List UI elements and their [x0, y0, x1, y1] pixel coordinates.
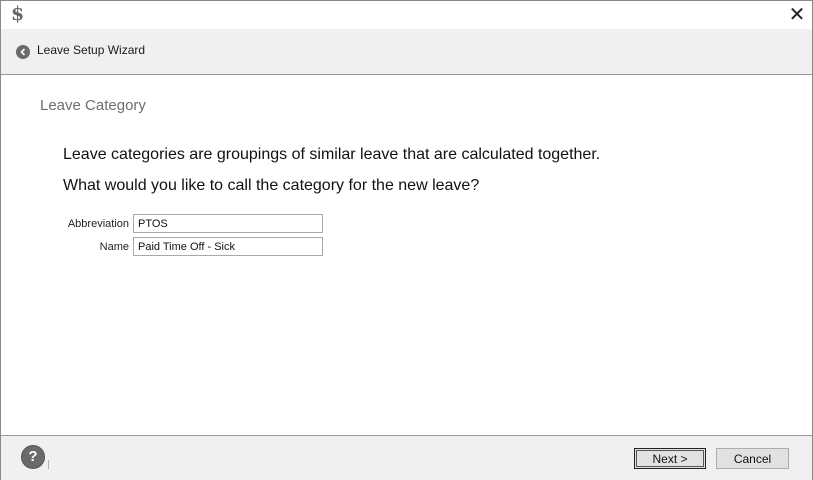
- dollar-app-icon: $: [11, 3, 25, 25]
- wizard-footer: ? Next > Cancel: [1, 435, 812, 480]
- intro-text-line2: What would you like to call the category…: [63, 177, 480, 194]
- page-heading: Leave Category: [40, 97, 146, 114]
- footer-separator: [48, 460, 49, 469]
- close-button[interactable]: ✕: [785, 3, 809, 25]
- help-icon[interactable]: ?: [21, 445, 45, 469]
- name-label: Name: [99, 241, 129, 253]
- next-button[interactable]: Next >: [634, 448, 706, 469]
- intro-text-line1: Leave categories are groupings of simila…: [63, 146, 601, 163]
- abbreviation-field[interactable]: [133, 214, 323, 233]
- title-bar: $ ✕: [1, 1, 812, 29]
- wizard-window: $ ✕ Leave Setup Wizard Leave Category Le…: [0, 0, 813, 480]
- wizard-title: Leave Setup Wizard: [37, 43, 146, 57]
- wizard-nav-bar: Leave Setup Wizard: [1, 29, 812, 75]
- cancel-button[interactable]: Cancel: [716, 448, 789, 469]
- name-field[interactable]: [133, 237, 323, 256]
- back-arrow-icon[interactable]: [16, 45, 30, 59]
- abbreviation-label: Abbreviation: [67, 218, 129, 230]
